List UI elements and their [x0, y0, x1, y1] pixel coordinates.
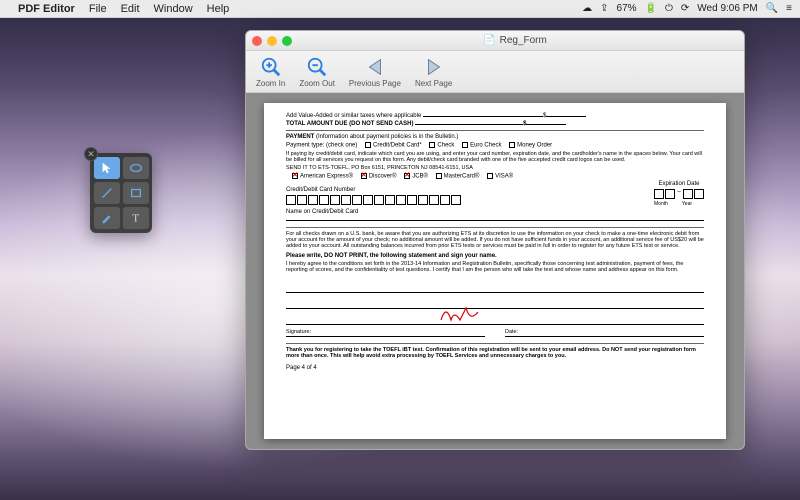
window-title: Reg_Form	[500, 35, 547, 46]
clock[interactable]: Wed 9:06 PM	[697, 3, 757, 14]
file-menu[interactable]: File	[89, 3, 107, 15]
visa-checkbox[interactable]	[487, 173, 493, 179]
document-icon: 📄	[483, 35, 495, 46]
card-number-field[interactable]	[286, 195, 461, 205]
credit-card-label: Credit/Debit Card*	[373, 143, 422, 149]
zoom-in-label: Zoom In	[256, 79, 285, 88]
text-tool[interactable]: T	[123, 207, 149, 229]
statement-line-3[interactable]	[286, 313, 704, 325]
pdf-editor-window: 📄 Reg_Form Zoom In Zoom Out Previous Pag…	[245, 30, 745, 450]
spotlight-icon[interactable]: 🔍	[766, 3, 778, 14]
money-order-checkbox[interactable]	[509, 142, 515, 148]
euro-check-label: Euro Check	[470, 143, 501, 149]
payment-note: (Information about payment policies is i…	[316, 134, 458, 140]
close-palette-button[interactable]: ✕	[84, 147, 98, 161]
visa-label: VISA®	[495, 173, 513, 179]
money-order-label: Money Order	[517, 143, 552, 149]
tools-palette[interactable]: ✕ T	[90, 153, 152, 233]
switch-icon[interactable]: ⏻	[665, 3, 673, 14]
next-page-label: Next Page	[415, 79, 452, 88]
payment-header: PAYMENT	[286, 134, 314, 140]
zoom-window-button[interactable]	[282, 36, 292, 46]
pdf-page: Add Value-Added or similar taxes where a…	[264, 103, 726, 439]
menubar-status: ☁ ⇪ 67% 🔋 ⏻ ⟳ Wed 9:06 PM 🔍 ≡	[582, 3, 792, 14]
next-page-icon	[423, 56, 445, 78]
battery-icon[interactable]: 🔋	[645, 3, 657, 14]
arrow-icon[interactable]: ⇪	[600, 3, 608, 14]
jcb-checkbox[interactable]	[404, 173, 410, 179]
write-statement-header: Please write, DO NOT PRINT, the followin…	[286, 253, 704, 259]
rectangle-tool[interactable]	[123, 182, 149, 204]
window-titlebar[interactable]: 📄 Reg_Form	[246, 31, 744, 51]
help-menu[interactable]: Help	[207, 3, 230, 15]
statement-line-1[interactable]	[286, 281, 704, 293]
check-checkbox[interactable]	[429, 142, 435, 148]
euro-check-checkbox[interactable]	[462, 142, 468, 148]
name-on-card-label: Name on Credit/Debit Card	[286, 209, 704, 215]
mastercard-label: MasterCard®	[444, 173, 480, 179]
mastercard-checkbox[interactable]	[436, 173, 442, 179]
card-number-label: Credit/Debit Card Number	[286, 187, 461, 193]
us-bank-note: For all checks drawn on a U.S. bank, be …	[286, 231, 704, 249]
macos-menubar: PDF Editor File Edit Window Help ☁ ⇪ 67%…	[0, 0, 800, 18]
app-menu[interactable]: PDF Editor	[18, 3, 75, 15]
value-added-label: Add Value-Added or similar taxes where a…	[286, 113, 421, 119]
expiration-label: Expiration Date	[654, 181, 704, 187]
amex-label: American Express®	[300, 173, 353, 179]
zoom-in-icon	[260, 56, 282, 78]
battery-percent: 67%	[617, 3, 637, 14]
year-label: Year	[682, 201, 692, 207]
agreement-text: I hereby agree to the conditions set for…	[286, 261, 704, 273]
zoom-out-icon	[306, 56, 328, 78]
minimize-window-button[interactable]	[267, 36, 277, 46]
zoom-in-button[interactable]: Zoom In	[252, 54, 289, 90]
page-number: Page 4 of 4	[286, 365, 704, 371]
svg-text:T: T	[133, 214, 140, 225]
previous-page-button[interactable]: Previous Page	[345, 54, 405, 90]
traffic-lights	[252, 36, 292, 46]
sync-icon[interactable]: ⟳	[681, 3, 689, 14]
document-viewport[interactable]: Add Value-Added or similar taxes where a…	[246, 93, 744, 449]
discover-label: Discover®	[369, 173, 397, 179]
payment-type-label: Payment type: (check one)	[286, 143, 357, 149]
previous-page-icon	[364, 56, 386, 78]
line-tool[interactable]	[94, 182, 120, 204]
ellipse-tool[interactable]	[123, 157, 149, 179]
next-page-button[interactable]: Next Page	[411, 54, 456, 90]
toolbar: Zoom In Zoom Out Previous Page Next Page	[246, 51, 744, 93]
zoom-out-button[interactable]: Zoom Out	[295, 54, 339, 90]
edit-menu[interactable]: Edit	[121, 3, 140, 15]
amex-checkbox[interactable]	[292, 173, 298, 179]
thanks-text: Thank you for registering to take the TO…	[286, 347, 704, 359]
close-window-button[interactable]	[252, 36, 262, 46]
signature-label: Signature:	[286, 329, 311, 335]
credit-card-checkbox[interactable]	[365, 142, 371, 148]
notification-icon[interactable]: ≡	[786, 3, 792, 14]
total-due-label: TOTAL AMOUNT DUE (DO NOT SEND CASH)	[286, 121, 413, 127]
previous-page-label: Previous Page	[349, 79, 401, 88]
month-label: Month	[654, 201, 668, 207]
cloud-icon[interactable]: ☁	[582, 3, 592, 14]
signature-drawing	[436, 302, 506, 326]
discover-checkbox[interactable]	[361, 173, 367, 179]
window-menu[interactable]: Window	[154, 3, 193, 15]
send-to-address: SEND IT TO ETS-TOEFL, PO Box 6151, PRINC…	[286, 165, 704, 171]
jcb-label: JCB®	[412, 173, 428, 179]
highlighter-tool[interactable]	[94, 207, 120, 229]
expiration-field[interactable]: –	[654, 189, 704, 199]
card-instructions: If paying by credit/debit card, indicate…	[286, 151, 704, 163]
pointer-tool[interactable]	[94, 157, 120, 179]
date-label: Date:	[505, 329, 518, 335]
check-label: Check	[437, 143, 454, 149]
zoom-out-label: Zoom Out	[299, 79, 335, 88]
